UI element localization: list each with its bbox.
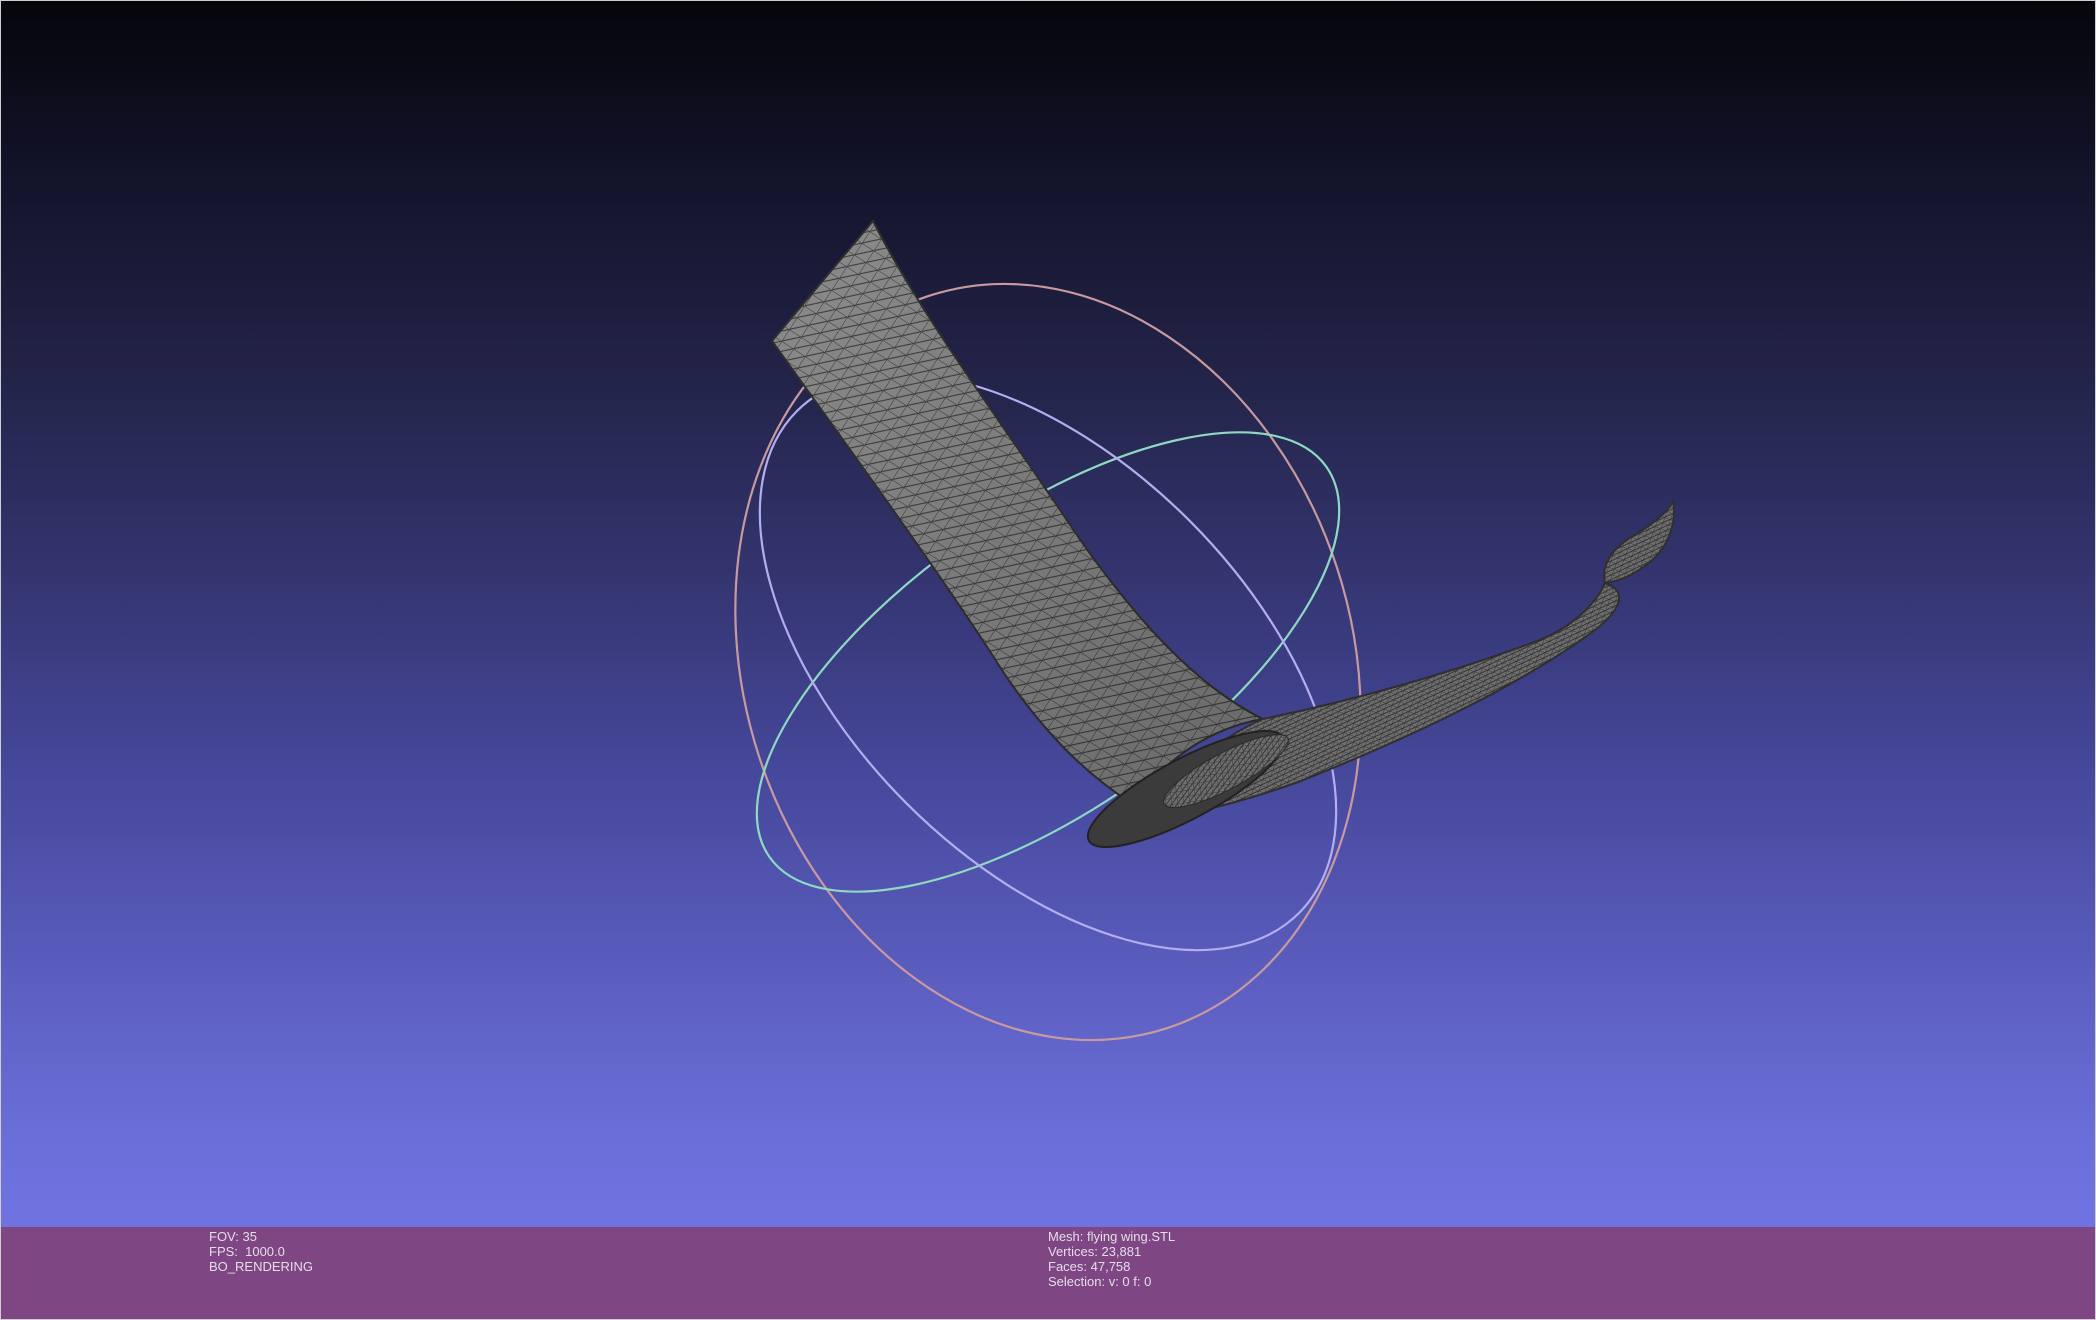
selection-label: Selection: v: 0 f: 0 — [1048, 1274, 1152, 1289]
fps-label: FPS: 1000.0 — [209, 1244, 285, 1259]
mesh-info-panel: Mesh: flying wing.STL Vertices: 23,881 F… — [1048, 1229, 1175, 1289]
faces-label: Faces: 47,758 — [1048, 1259, 1131, 1274]
wing-main-shading — [772, 221, 1263, 803]
render-info-panel: FOV: 35 FPS: 1000.0 BO_RENDERING — [209, 1229, 313, 1274]
fov-label: FOV: 35 — [209, 1229, 257, 1244]
wing-mesh[interactable] — [770, 219, 1675, 867]
3d-viewport[interactable]: FOV: 35 FPS: 1000.0 BO_RENDERING Mesh: f… — [0, 0, 2096, 1320]
wing-tip[interactable] — [1603, 497, 1675, 585]
render-mode-label: BO_RENDERING — [209, 1259, 314, 1274]
mesh-scene[interactable] — [1, 1, 2096, 1227]
vertices-label: Vertices: 23,881 — [1048, 1244, 1142, 1259]
mesh-name-label: Mesh: flying wing.STL — [1048, 1229, 1176, 1244]
info-bar: FOV: 35 FPS: 1000.0 BO_RENDERING Mesh: f… — [1, 1227, 2095, 1319]
